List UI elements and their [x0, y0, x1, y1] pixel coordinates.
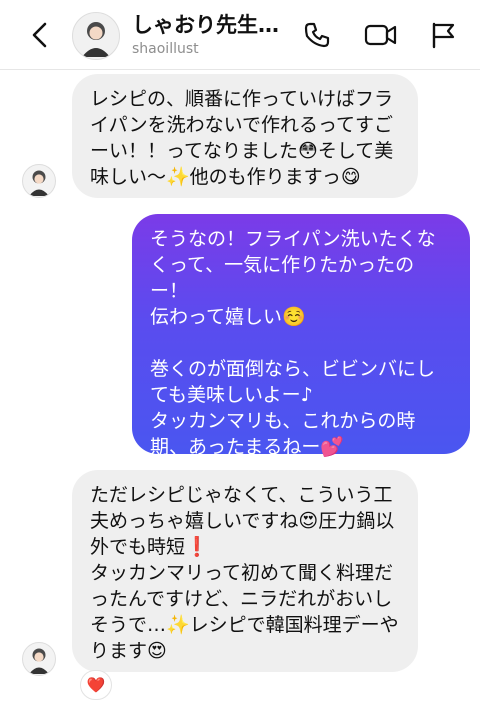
avatar[interactable] [72, 12, 120, 60]
heart-reaction[interactable]: ❤️ [80, 670, 112, 700]
flag-icon [432, 22, 455, 49]
phone-icon [304, 22, 330, 48]
message-bubble-incoming[interactable]: レシピの、順番に作っていけばフライパンを洗わないで作れるってすごーい！！ってなり… [72, 74, 418, 198]
chat-header: しゃおり先生… shaoillust [0, 0, 480, 70]
back-arrow-icon [32, 22, 47, 48]
call-button[interactable] [302, 20, 332, 50]
contact-name[interactable]: しゃおり先生… [132, 12, 282, 38]
contact-username: shaoillust [132, 41, 199, 57]
message-bubble-incoming[interactable]: ただレシピじゃなくて、こういう工夫めっちゃ嬉しいですね😍圧力鍋以外でも時短❗️ … [72, 470, 418, 672]
video-camera-icon [364, 24, 397, 46]
sender-avatar[interactable] [22, 642, 56, 676]
report-button[interactable] [428, 20, 458, 50]
heart-icon: ❤️ [86, 676, 106, 694]
message-bubble-outgoing[interactable]: そうなの！フライパン洗いたくなくって、一気に作りたかったのー！ 伝わって嬉しい☺… [132, 214, 470, 458]
video-call-button[interactable] [364, 20, 397, 50]
sender-avatar[interactable] [22, 164, 56, 198]
back-button[interactable] [24, 18, 58, 52]
